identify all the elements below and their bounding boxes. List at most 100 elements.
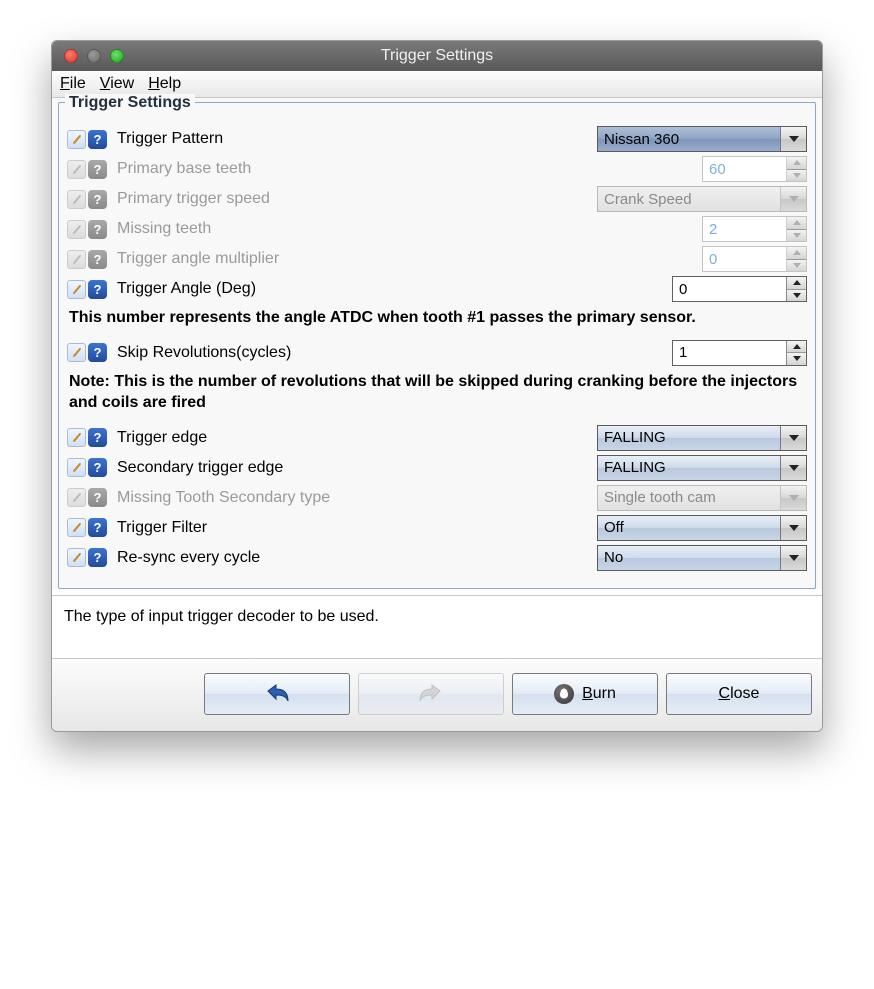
close-button[interactable]: Close xyxy=(666,673,812,715)
help-icon: ? xyxy=(88,190,107,209)
field-row-missToothSec: ? Missing Tooth Secondary type Single toot… xyxy=(67,482,807,514)
button-bar: Burn Close xyxy=(52,659,822,731)
help-icon[interactable]: ? xyxy=(88,280,107,299)
help-icon[interactable]: ? xyxy=(88,548,107,567)
help-icon: ? xyxy=(88,250,107,269)
field-row-trigAngleMult: ?Trigger angle multiplier0 xyxy=(67,243,807,275)
field-row-primaryBaseTeeth: ?Primary base teeth60 xyxy=(67,153,807,185)
field-row-triggerPattern: ? Trigger Pattern Nissan 360 xyxy=(67,123,807,155)
redo-button[interactable] xyxy=(358,673,504,715)
edit-icon[interactable] xyxy=(67,428,86,447)
edit-icon[interactable] xyxy=(67,280,86,299)
undo-button[interactable] xyxy=(204,673,350,715)
skipRevs-spinner[interactable]: 1 xyxy=(672,340,807,366)
chevron-down-icon xyxy=(780,516,806,540)
titlebar[interactable]: Trigger Settings xyxy=(52,41,822,71)
field-row-missingTeeth: ?Missing teeth2 xyxy=(67,213,807,245)
triggerPattern-dropdown[interactable]: Nissan 360 xyxy=(597,126,807,152)
primaryBaseTeeth-spinner: 60 xyxy=(702,156,807,182)
spinner-up-icon xyxy=(787,157,806,170)
spinner-down-icon[interactable] xyxy=(787,353,806,365)
field-row-skipRevs: ?Skip Revolutions(cycles)1 xyxy=(67,337,807,369)
spinner-up-icon xyxy=(787,217,806,230)
edit-icon[interactable] xyxy=(67,458,86,477)
spinner-value: 2 xyxy=(703,217,786,241)
dropdown-value: No xyxy=(598,546,780,570)
field-label: Secondary trigger edge xyxy=(117,459,591,477)
spinner-value: 60 xyxy=(703,157,786,181)
trigFilter-dropdown[interactable]: Off xyxy=(597,515,807,541)
edit-icon[interactable] xyxy=(67,518,86,537)
help-icon: ? xyxy=(88,488,107,507)
edit-icon[interactable] xyxy=(67,130,86,149)
edit-icon xyxy=(67,250,86,269)
field-row-primaryTrigSpeed: ? Primary trigger speed Crank Speed xyxy=(67,183,807,215)
menu-view[interactable]: View xyxy=(100,75,134,93)
trigAngle-spinner[interactable]: 0 xyxy=(672,276,807,302)
help-icon: ? xyxy=(88,220,107,239)
zoom-window-icon[interactable] xyxy=(110,49,124,63)
chevron-down-icon xyxy=(780,456,806,480)
field-label: Trigger Pattern xyxy=(117,130,591,148)
secTrigEdge-dropdown[interactable]: FALLING xyxy=(597,455,807,481)
menu-help[interactable]: Help xyxy=(148,75,181,93)
edit-icon xyxy=(67,220,86,239)
help-icon[interactable]: ? xyxy=(88,343,107,362)
edit-icon xyxy=(67,190,86,209)
dropdown-value: Nissan 360 xyxy=(598,127,780,151)
dropdown-value: FALLING xyxy=(598,426,780,450)
field-row-secTrigEdge: ? Secondary trigger edge FALLING xyxy=(67,452,807,484)
spinner-up-icon[interactable] xyxy=(787,277,806,290)
chevron-down-icon xyxy=(780,426,806,450)
field-label: Missing Tooth Secondary type xyxy=(117,489,591,507)
dropdown-value: FALLING xyxy=(598,456,780,480)
chevron-down-icon xyxy=(780,127,806,151)
edit-icon[interactable] xyxy=(67,548,86,567)
field-label: Trigger Angle (Deg) xyxy=(117,280,591,298)
primaryTrigSpeed-dropdown: Crank Speed xyxy=(597,186,807,212)
spinner-up-icon[interactable] xyxy=(787,341,806,354)
field-row-resync: ?Re-sync every cycleNo xyxy=(67,542,807,574)
field-row-trigAngle: ? Trigger Angle (Deg) 0 xyxy=(67,273,807,305)
spinner-up-icon xyxy=(787,247,806,260)
chevron-down-icon xyxy=(780,486,806,510)
trigAngleMult-spinner: 0 xyxy=(702,246,807,272)
field-row-trigFilter: ?Trigger FilterOff xyxy=(67,512,807,544)
spinner-value[interactable]: 0 xyxy=(673,277,786,301)
field-label: Trigger edge xyxy=(117,429,591,447)
edit-icon xyxy=(67,160,86,179)
spinner-value: 0 xyxy=(703,247,786,271)
status-text: The type of input trigger decoder to be … xyxy=(52,595,822,659)
help-icon[interactable]: ? xyxy=(88,130,107,149)
spinner-down-icon[interactable] xyxy=(787,290,806,302)
dropdown-value: Off xyxy=(598,516,780,540)
dropdown-value: Crank Speed xyxy=(598,187,780,211)
resync-dropdown[interactable]: No xyxy=(597,545,807,571)
help-icon[interactable]: ? xyxy=(88,518,107,537)
burn-button[interactable]: Burn xyxy=(512,673,658,715)
help-icon: ? xyxy=(88,160,107,179)
spinner-value[interactable]: 1 xyxy=(673,341,786,365)
spinner-down-icon xyxy=(787,260,806,272)
help-icon[interactable]: ? xyxy=(88,428,107,447)
edit-icon xyxy=(67,488,86,507)
spinner-down-icon xyxy=(787,230,806,242)
burn-icon xyxy=(554,684,574,704)
trigEdge-dropdown[interactable]: FALLING xyxy=(597,425,807,451)
undo-icon xyxy=(262,681,292,707)
missingTeeth-spinner: 2 xyxy=(702,216,807,242)
menu-file[interactable]: File xyxy=(60,75,86,93)
edit-icon[interactable] xyxy=(67,343,86,362)
skip-revolutions-note: Note: This is the number of revolutions … xyxy=(67,369,807,424)
trigger-settings-window: Trigger Settings File View Help Trigger … xyxy=(51,40,823,732)
chevron-down-icon xyxy=(780,187,806,211)
help-icon[interactable]: ? xyxy=(88,458,107,477)
dropdown-value: Single tooth cam xyxy=(598,486,780,510)
chevron-down-icon xyxy=(780,546,806,570)
trigger-settings-group: Trigger Settings ?Trigger PatternNissan … xyxy=(58,102,816,589)
window-title: Trigger Settings xyxy=(52,47,822,65)
field-label: Primary trigger speed xyxy=(117,190,591,208)
minimize-window-icon[interactable] xyxy=(87,49,101,63)
trigger-angle-note: This number represents the angle ATDC wh… xyxy=(67,305,807,339)
close-window-icon[interactable] xyxy=(64,49,78,63)
